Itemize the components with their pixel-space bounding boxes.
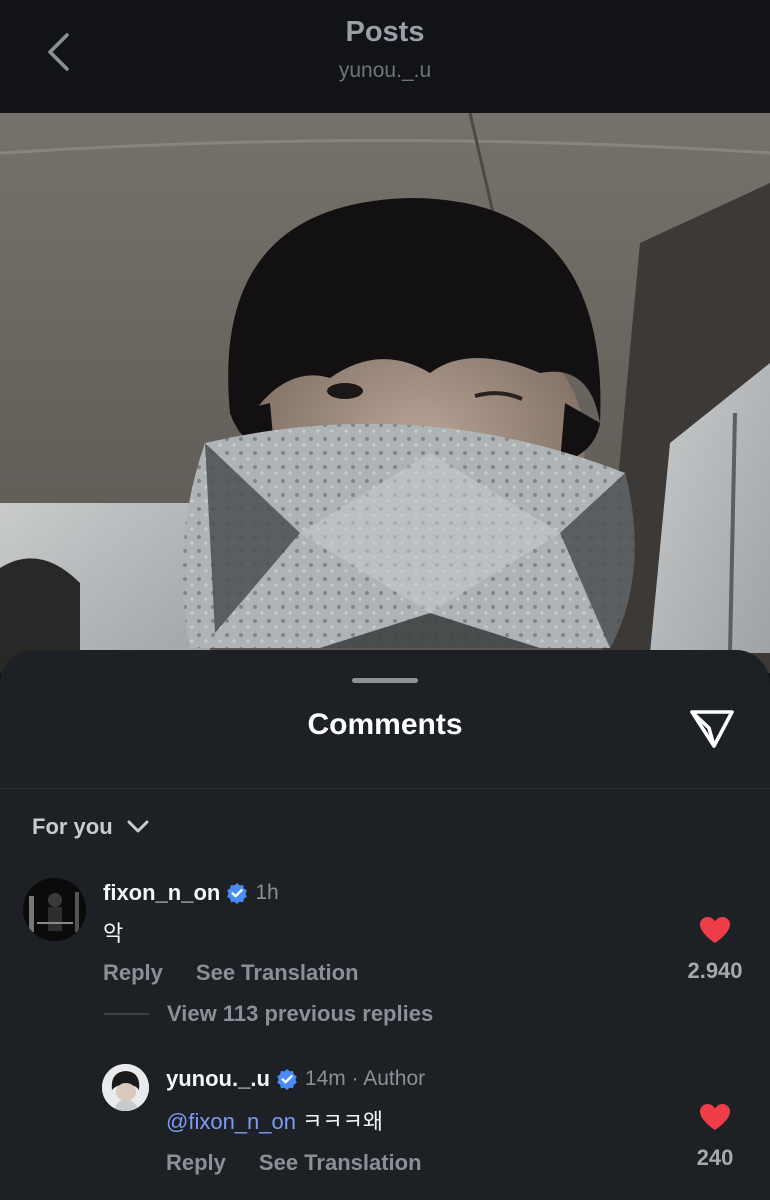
see-translation-button[interactable]: See Translation (259, 1150, 422, 1176)
sort-dropdown[interactable]: For you (32, 814, 149, 840)
mention-link[interactable]: @fixon_n_on (166, 1109, 296, 1134)
like-count: 240 (696, 1145, 734, 1170)
comments-title: Comments (307, 708, 463, 741)
view-previous-replies-button[interactable]: View 113 previous replies (104, 1001, 433, 1027)
comment-username[interactable]: fixon_n_on (103, 880, 220, 906)
like-count: 2.940 (687, 958, 743, 983)
avatar[interactable] (23, 878, 86, 941)
chevron-down-icon (127, 820, 149, 833)
reply-button[interactable]: Reply (166, 1150, 226, 1176)
like-button[interactable]: 2.940 (675, 916, 755, 984)
heart-icon (700, 917, 730, 943)
see-translation-button[interactable]: See Translation (196, 960, 359, 986)
thread-line (104, 1013, 149, 1015)
comment-text: 악 (103, 921, 124, 946)
comment-time: 1h (255, 881, 279, 904)
comment-header: fixon_n_on 1h (103, 880, 279, 906)
page-subtitle-username[interactable]: yunou._.u (0, 59, 770, 83)
sort-label: For you (32, 814, 113, 839)
view-replies-label: View 113 previous replies (167, 1001, 434, 1026)
avatar[interactable] (102, 1064, 149, 1111)
post-image (0, 113, 770, 673)
reply-text: @fixon_n_on ㅋㅋㅋ왜 (166, 1104, 383, 1136)
reply-time-author: 14m · Author (304, 1067, 426, 1090)
top-nav-bar: Posts yunou._.u (0, 0, 770, 113)
send-icon (690, 710, 734, 748)
post-photo[interactable] (0, 113, 770, 673)
like-button[interactable]: 240 (675, 1103, 755, 1171)
verified-badge-icon (276, 1068, 298, 1090)
reply-header: yunou._.u 14m · Author (166, 1066, 425, 1092)
reply-button[interactable]: Reply (103, 960, 163, 986)
sheet-divider (0, 788, 770, 789)
sheet-drag-handle[interactable] (352, 678, 418, 683)
share-button[interactable] (686, 704, 738, 752)
verified-badge-icon (226, 882, 248, 904)
heart-icon (700, 1104, 730, 1130)
page-title: Posts (345, 16, 425, 48)
reply-username[interactable]: yunou._.u (166, 1066, 270, 1092)
reply-body: ㅋㅋㅋ왜 (302, 1109, 384, 1134)
